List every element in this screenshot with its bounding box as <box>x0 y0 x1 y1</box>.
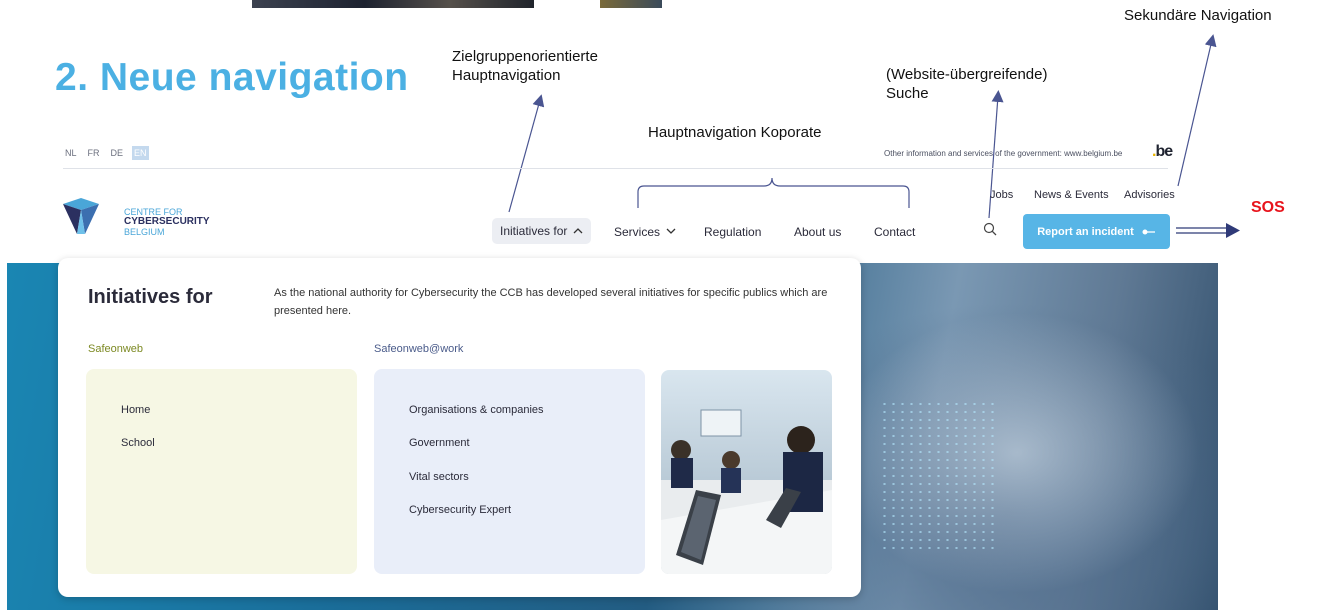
report-incident-button[interactable]: Report an incident <box>1023 214 1170 249</box>
menu-link-vital-sectors[interactable]: Vital sectors <box>409 471 469 483</box>
menu-link-home[interactable]: Home <box>121 404 150 416</box>
search-icon[interactable] <box>983 222 997 236</box>
secondary-nav-advisories[interactable]: Advisories <box>1124 189 1175 201</box>
column-heading-safeonweb[interactable]: Safeonweb <box>88 343 143 355</box>
bracket-corporate-nav <box>637 177 910 208</box>
ccb-logo-text[interactable]: CENTRE FOR CYBERSECURITY BELGIUM <box>124 207 210 237</box>
menu-link-organisations-companies[interactable]: Organisations & companies <box>409 404 544 416</box>
nav-regulation[interactable]: Regulation <box>704 225 761 239</box>
menu-link-school[interactable]: School <box>121 437 155 449</box>
language-switcher: NL FR DE EN <box>63 146 149 160</box>
nav-label: Services <box>614 225 661 239</box>
classroom-photo <box>661 370 832 574</box>
language-nl[interactable]: NL <box>63 146 79 160</box>
language-en[interactable]: EN <box>132 146 149 160</box>
safeonweb-links-box <box>86 369 357 574</box>
arrow-audience-nav <box>508 94 545 213</box>
logo-line: CYBERSECURITY <box>124 216 210 227</box>
arrow-secondary-nav <box>1177 34 1217 187</box>
hero-dot-pattern <box>880 400 1000 550</box>
language-de[interactable]: DE <box>109 146 126 160</box>
secondary-nav-jobs[interactable]: Jobs <box>990 189 1013 201</box>
menu-link-government[interactable]: Government <box>409 437 470 449</box>
nav-label: Initiatives for <box>500 224 568 238</box>
menu-link-cybersecurity-expert[interactable]: Cybersecurity Expert <box>409 504 511 516</box>
nav-about-us[interactable]: About us <box>794 225 841 239</box>
chevron-up-icon <box>573 226 583 237</box>
nav-services[interactable]: Services <box>614 225 676 239</box>
be-logo-text: be <box>1155 143 1173 160</box>
arrow-right-icon <box>1142 229 1155 234</box>
language-fr[interactable]: FR <box>86 146 102 160</box>
government-info-link[interactable]: Other information and services of the go… <box>884 149 1122 158</box>
chevron-down-icon <box>666 227 676 238</box>
nav-contact[interactable]: Contact <box>874 225 915 239</box>
report-incident-label: Report an incident <box>1037 225 1134 238</box>
ccb-logo-icon[interactable] <box>61 196 101 236</box>
secondary-nav-news-events[interactable]: News & Events <box>1034 189 1109 201</box>
header-divider <box>63 168 1168 169</box>
nav-initiatives-for[interactable]: Initiatives for <box>492 218 592 244</box>
column-heading-safeonweb-work[interactable]: Safeonweb@work <box>374 343 463 355</box>
belgium-be-logo[interactable]: .be <box>1152 143 1173 161</box>
logo-line: BELGIUM <box>124 227 165 237</box>
double-arrow-sos <box>1176 223 1240 238</box>
mega-menu-title: Initiatives for <box>88 286 213 308</box>
mega-menu-description: As the national authority for Cybersecur… <box>274 287 828 317</box>
